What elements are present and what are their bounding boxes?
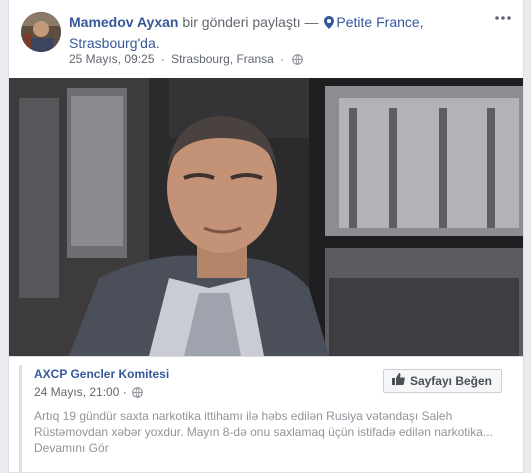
post-place[interactable]: Strasbourg, Fransa (171, 52, 274, 66)
location-link-line2[interactable]: Strasbourg'da. (69, 35, 160, 51)
shared-post: AXCP Gencler Komitesi 24 Mayıs, 21:00 · … (9, 356, 523, 472)
thumbs-up-icon (391, 370, 405, 392)
post-photo[interactable] (9, 78, 523, 356)
meta-separator: · (160, 52, 165, 66)
post-header: Mamedov Ayxan bir gönderi paylaştı — Pet… (9, 0, 523, 78)
like-page-button[interactable]: Sayfayı Beğen (382, 369, 502, 393)
more-options-icon[interactable] (491, 10, 515, 26)
shared-post-body: Artıq 19 gündür saxta narkotika ittihamı… (34, 409, 493, 439)
shared-post-content: AXCP Gencler Komitesi 24 Mayıs, 21:00 · … (19, 365, 516, 472)
like-page-label: Sayfayı Beğen (409, 374, 492, 388)
author-name-link[interactable]: Mamedov Ayxan (69, 14, 178, 30)
location-pin-icon (324, 15, 335, 34)
meta-separator-2: · (280, 52, 285, 66)
post-card: Mamedov Ayxan bir gönderi paylaştı — Pet… (8, 0, 524, 473)
globe-icon[interactable] (132, 387, 143, 401)
globe-icon[interactable] (292, 54, 304, 68)
author-avatar[interactable] (21, 12, 61, 52)
shared-timestamp[interactable]: 24 Mayıs, 21:00 (34, 385, 119, 399)
post-timestamp[interactable]: 25 Mayıs, 09:25 (69, 52, 154, 66)
shared-meta-separator: · (122, 385, 127, 399)
post-meta: 25 Mayıs, 09:25 · Strasbourg, Fransa · (69, 52, 304, 68)
shared-post-meta: 24 Mayıs, 21:00 · (34, 385, 143, 401)
shared-page-name-link[interactable]: AXCP Gencler Komitesi (34, 367, 169, 381)
action-text: bir gönderi paylaştı — (182, 14, 319, 30)
post-headline: Mamedov Ayxan bir gönderi paylaştı — Pet… (69, 13, 469, 53)
location-link-line1[interactable]: Petite France, (336, 14, 423, 30)
shared-post-text: Artıq 19 gündür saxta narkotika ittihamı… (34, 408, 504, 456)
see-more-link[interactable]: Devamını Gör (34, 441, 109, 455)
